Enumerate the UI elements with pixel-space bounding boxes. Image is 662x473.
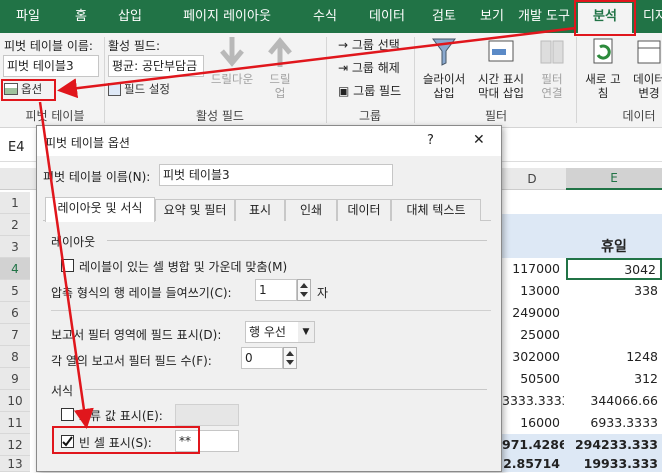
arrow-to-empty-cell (38, 101, 94, 429)
arrow-to-options (57, 26, 577, 99)
annotation-arrows (38, 26, 577, 429)
